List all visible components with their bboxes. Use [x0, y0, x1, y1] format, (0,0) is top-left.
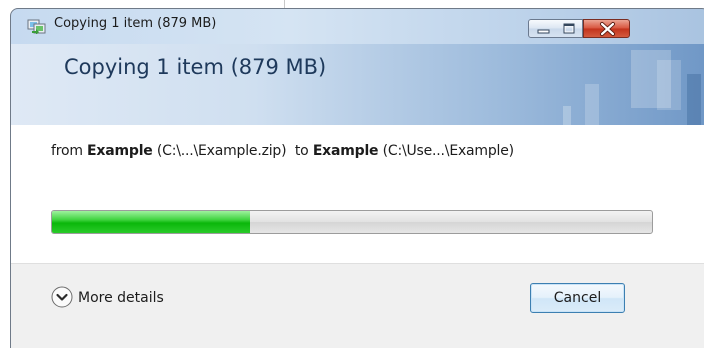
destination-name[interactable]: Example	[313, 143, 379, 159]
maximize-button[interactable]	[556, 19, 583, 38]
copy-progress-bar	[51, 210, 653, 234]
copy-files-icon	[27, 19, 46, 34]
destination-path: (C:\Use...\Example)	[382, 143, 514, 159]
more-details-label: More details	[78, 290, 164, 306]
source-name[interactable]: Example	[87, 143, 153, 159]
cancel-button[interactable]: Cancel	[530, 283, 625, 313]
transfer-description: from Example (C:\...\Example.zip) to Exa…	[51, 143, 514, 159]
minimize-button[interactable]	[528, 19, 557, 38]
dialog-heading: Copying 1 item (879 MB)	[64, 55, 327, 79]
minimize-icon	[537, 29, 550, 34]
window-title: Copying 1 item (879 MB)	[54, 16, 217, 31]
chevron-down-circle-icon	[51, 286, 73, 308]
screen: Copying 1 item (879 MB) Copying 1 item (…	[0, 0, 704, 348]
to-label: to	[294, 143, 309, 159]
close-button[interactable]	[583, 19, 630, 38]
source-path: (C:\...\Example.zip)	[156, 143, 287, 159]
maximize-icon	[563, 23, 575, 34]
close-icon	[600, 22, 615, 36]
from-label: from	[51, 143, 83, 159]
header-decoration	[563, 50, 701, 125]
progress-fill	[52, 211, 250, 233]
